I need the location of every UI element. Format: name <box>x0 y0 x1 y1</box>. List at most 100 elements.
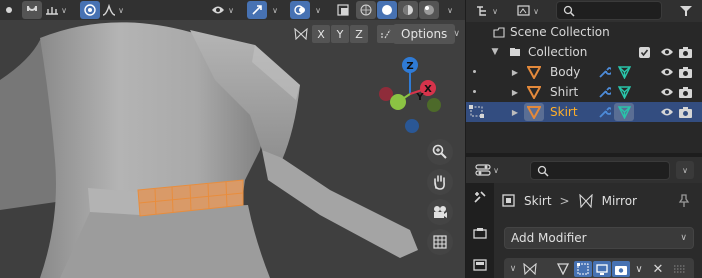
overlays-icon[interactable] <box>290 1 310 19</box>
on-cage-icon[interactable] <box>554 261 572 277</box>
render-toggle-icon[interactable] <box>612 261 630 277</box>
mirror-butterfly-icon <box>292 25 310 43</box>
mirror-axis-bar: X Y Z <box>292 24 396 44</box>
snap-magnet-icon[interactable] <box>22 1 42 19</box>
object-mesh-icon <box>526 85 542 99</box>
render-camera-icon[interactable] <box>678 106 692 118</box>
options-label: Options <box>401 27 448 41</box>
render-tab-icon[interactable] <box>472 225 488 241</box>
mirror-x-button[interactable]: X <box>312 25 330 43</box>
scene-collection-label: Scene Collection <box>510 25 610 39</box>
tool-tab-icon[interactable] <box>472 189 488 205</box>
drag-handle-icon[interactable] <box>672 263 688 275</box>
search-icon <box>537 165 549 177</box>
outliner: ∨ ∨ Scene Collection ▼ Collection ▶ Body… <box>466 0 702 153</box>
add-modifier-label: Add Modifier <box>511 231 587 245</box>
waistband <box>88 188 140 215</box>
mirror-modifier-panel: ∨ ∨ ✕ <box>504 258 694 278</box>
hand-pan-icon[interactable] <box>427 169 453 195</box>
filter-icon[interactable] <box>674 2 698 20</box>
gizmo-dropdown-icon[interactable]: ∨ <box>268 0 280 20</box>
object-mesh-icon <box>524 103 544 121</box>
breadcrumb-object: Skirt <box>524 194 552 208</box>
eye-icon[interactable] <box>660 66 674 78</box>
edit-mode-icon[interactable] <box>468 104 486 120</box>
eye-icon[interactable] <box>660 46 674 58</box>
shirt-lower <box>60 205 270 278</box>
outliner-editor-type-icon[interactable]: ∨ <box>472 2 502 20</box>
row-dot-icon <box>472 69 476 73</box>
outliner-search-input[interactable] <box>556 1 662 20</box>
snap-target-icon[interactable] <box>2 0 16 20</box>
modifier-wrench-icon <box>596 105 612 119</box>
falloff-curve-icon[interactable]: ∨ <box>102 0 124 20</box>
mirror-modifier-icon <box>522 261 538 277</box>
breadcrumb-modifier: Mirror <box>601 194 637 208</box>
xray-icon[interactable] <box>333 0 353 20</box>
expand-shirt-icon[interactable]: ▶ <box>510 87 520 97</box>
gizmo-icon[interactable] <box>247 1 267 19</box>
shading-dropdown-icon[interactable]: ∨ <box>442 0 456 20</box>
shading-wireframe-icon[interactable] <box>356 1 376 19</box>
properties-options-dropdown[interactable]: ∨ <box>676 161 694 179</box>
remove-modifier-icon[interactable]: ✕ <box>652 262 664 277</box>
proportional-editing-icon[interactable] <box>80 1 100 19</box>
mesh-data-icon <box>614 103 634 121</box>
options-dropdown[interactable]: Options ∨ <box>393 24 460 44</box>
object-mesh-icon <box>526 65 542 79</box>
realtime-display-icon[interactable] <box>593 261 611 277</box>
scene-collection-row[interactable]: Scene Collection <box>466 22 702 42</box>
expand-body-icon[interactable]: ▶ <box>510 67 520 77</box>
properties-breadcrumb: Skirt > Mirror <box>502 193 637 209</box>
collection-label: Collection <box>528 45 588 59</box>
collection-icon <box>508 46 522 58</box>
gizmo-z-label: Z <box>406 61 413 72</box>
object-label: Body <box>550 65 581 79</box>
eye-icon[interactable] <box>660 86 674 98</box>
modifier-menu-dropdown[interactable]: ∨ <box>634 263 644 275</box>
outliner-row-skirt[interactable]: ▶ Skirt <box>466 102 702 122</box>
shading-rendered-icon[interactable] <box>419 1 439 19</box>
shading-solid-icon[interactable] <box>377 1 397 19</box>
object-icon <box>502 194 515 207</box>
eye-icon[interactable] <box>660 106 674 118</box>
search-icon <box>563 5 575 17</box>
mirror-z-button[interactable]: Z <box>350 25 368 43</box>
shading-material-icon[interactable] <box>398 1 418 19</box>
mirror-modifier-icon <box>578 194 593 208</box>
grid-icon[interactable] <box>427 229 453 255</box>
expand-collection-icon[interactable]: ▼ <box>490 47 500 57</box>
properties-search-input[interactable] <box>530 161 670 180</box>
output-tab-icon[interactable] <box>472 257 488 273</box>
navigation-gizmo[interactable]: Z X Y <box>372 52 452 142</box>
snap-increment-icon[interactable]: ∨ <box>44 0 68 20</box>
add-modifier-dropdown[interactable]: Add Modifier ∨ <box>504 227 694 249</box>
properties-editor-type-icon[interactable]: ∨ <box>472 161 502 179</box>
render-camera-icon[interactable] <box>678 86 692 98</box>
render-camera-icon[interactable] <box>678 46 692 58</box>
zoom-icon[interactable] <box>427 139 453 165</box>
overlays-dropdown-icon[interactable]: ∨ <box>311 0 323 20</box>
expand-skirt-icon[interactable]: ▶ <box>510 107 520 117</box>
mirror-y-button[interactable]: Y <box>331 25 349 43</box>
pin-icon[interactable] <box>676 193 692 209</box>
collapse-panel-icon[interactable]: ∨ <box>508 264 518 274</box>
scene-collection-icon <box>492 26 506 38</box>
edit-mode-toggle-icon[interactable] <box>574 261 592 277</box>
render-camera-icon[interactable] <box>678 66 692 78</box>
visibility-selectability-icon[interactable]: ∨ <box>205 0 239 20</box>
camera-icon[interactable] <box>427 199 453 225</box>
collection-row[interactable]: ▼ Collection <box>466 42 702 62</box>
viewport-header: ∨ ∨ ∨ ∨ ∨ ∨ <box>0 0 465 20</box>
gizmo-x-label: X <box>424 84 432 95</box>
display-mode-icon[interactable]: ∨ <box>512 2 544 20</box>
object-label: Shirt <box>550 85 579 99</box>
3d-viewport[interactable]: ∨ ∨ ∨ ∨ ∨ ∨ X Y Z Options ∨ Z X Y <box>0 0 465 278</box>
modifier-wrench-icon <box>596 65 612 79</box>
exclude-checkbox-icon[interactable] <box>638 46 650 58</box>
outliner-header: ∨ ∨ <box>466 0 702 22</box>
properties-tab-bar <box>466 183 494 278</box>
mesh-data-icon <box>616 85 632 99</box>
outliner-row-body[interactable]: ▶ Body <box>466 62 702 82</box>
outliner-row-shirt[interactable]: ▶ Shirt <box>466 82 702 102</box>
